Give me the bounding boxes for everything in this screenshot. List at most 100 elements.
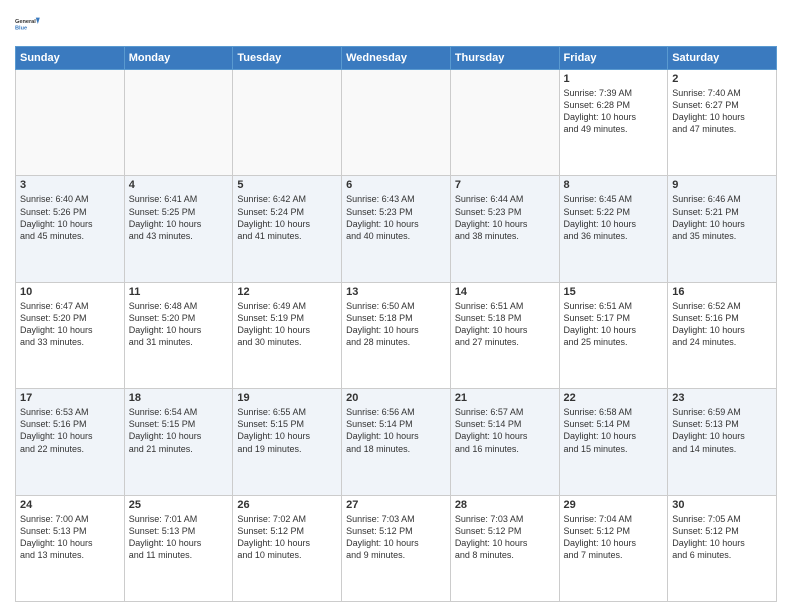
day-info: Sunrise: 6:41 AM Sunset: 5:25 PM Dayligh… [129, 193, 229, 242]
day-number: 29 [564, 499, 664, 511]
day-info: Sunrise: 6:45 AM Sunset: 5:22 PM Dayligh… [564, 193, 664, 242]
day-number: 23 [672, 392, 772, 404]
day-number: 2 [672, 73, 772, 85]
day-info: Sunrise: 6:58 AM Sunset: 5:14 PM Dayligh… [564, 406, 664, 455]
day-cell: 24 Sunrise: 7:00 AM Sunset: 5:13 PM Dayli… [16, 495, 125, 601]
day-number: 20 [346, 392, 446, 404]
day-cell: 18Sunrise: 6:54 AM Sunset: 5:15 PM Dayli… [124, 389, 233, 495]
day-number: 25 [129, 499, 229, 511]
day-cell [342, 70, 451, 176]
day-number: 19 [237, 392, 337, 404]
week-row-1: 3 Sunrise: 6:40 AM Sunset: 5:26 PM Daylig… [16, 176, 777, 282]
day-cell: 12 Sunrise: 6:49 AM Sunset: 5:19 PM Dayli… [233, 282, 342, 388]
day-number: 7 [455, 179, 555, 191]
day-number: 26 [237, 499, 337, 511]
week-row-4: 24 Sunrise: 7:00 AM Sunset: 5:13 PM Dayli… [16, 495, 777, 601]
day-info: Sunrise: 6:49 AM Sunset: 5:19 PM Dayligh… [237, 300, 337, 349]
day-number: 21 [455, 392, 555, 404]
day-info: Sunrise: 6:55 AM Sunset: 5:15 PM Dayligh… [237, 406, 337, 455]
day-cell: 11 Sunrise: 6:48 AM Sunset: 5:20 PM Dayli… [124, 282, 233, 388]
day-info: Sunrise: 7:04 AM Sunset: 5:12 PM Dayligh… [564, 513, 664, 562]
day-cell: 27 Sunrise: 7:03 AM Sunset: 5:12 PM Dayli… [342, 495, 451, 601]
day-cell: 21 Sunrise: 6:57 AM Sunset: 5:14 PM Dayli… [450, 389, 559, 495]
week-row-3: 17 Sunrise: 6:53 AM Sunset: 5:16 PM Dayli… [16, 389, 777, 495]
day-cell: 10 Sunrise: 6:47 AM Sunset: 5:20 PM Dayli… [16, 282, 125, 388]
day-number: 4 [129, 179, 229, 191]
day-info: Sunrise: 7:40 AM Sunset: 6:27 PM Dayligh… [672, 87, 772, 136]
day-cell: 25Sunrise: 7:01 AM Sunset: 5:13 PM Dayli… [124, 495, 233, 601]
day-info: Sunrise: 6:42 AM Sunset: 5:24 PM Dayligh… [237, 193, 337, 242]
day-number: 17 [20, 392, 120, 404]
day-cell: 19 Sunrise: 6:55 AM Sunset: 5:15 PM Dayli… [233, 389, 342, 495]
day-number: 5 [237, 179, 337, 191]
weekday-thursday: Thursday [450, 47, 559, 70]
day-info: Sunrise: 6:40 AM Sunset: 5:26 PM Dayligh… [20, 193, 120, 242]
day-info: Sunrise: 6:52 AM Sunset: 5:16 PM Dayligh… [672, 300, 772, 349]
weekday-sunday: Sunday [16, 47, 125, 70]
day-number: 13 [346, 286, 446, 298]
weekday-tuesday: Tuesday [233, 47, 342, 70]
day-info: Sunrise: 6:43 AM Sunset: 5:23 PM Dayligh… [346, 193, 446, 242]
day-info: Sunrise: 7:39 AM Sunset: 6:28 PM Dayligh… [564, 87, 664, 136]
day-cell: 13 Sunrise: 6:50 AM Sunset: 5:18 PM Dayli… [342, 282, 451, 388]
day-number: 8 [564, 179, 664, 191]
day-cell: 5 Sunrise: 6:42 AM Sunset: 5:24 PM Daylig… [233, 176, 342, 282]
day-info: Sunrise: 6:57 AM Sunset: 5:14 PM Dayligh… [455, 406, 555, 455]
day-cell [16, 70, 125, 176]
calendar-table: SundayMondayTuesdayWednesdayThursdayFrid… [15, 46, 777, 602]
day-number: 27 [346, 499, 446, 511]
week-row-0: 1 Sunrise: 7:39 AM Sunset: 6:28 PM Daylig… [16, 70, 777, 176]
day-cell: 17 Sunrise: 6:53 AM Sunset: 5:16 PM Dayli… [16, 389, 125, 495]
day-cell: 14 Sunrise: 6:51 AM Sunset: 5:18 PM Dayli… [450, 282, 559, 388]
day-cell: 1 Sunrise: 7:39 AM Sunset: 6:28 PM Daylig… [559, 70, 668, 176]
day-cell: 20Sunrise: 6:56 AM Sunset: 5:14 PM Dayli… [342, 389, 451, 495]
weekday-saturday: Saturday [668, 47, 777, 70]
day-number: 1 [564, 73, 664, 85]
day-cell: 7Sunrise: 6:44 AM Sunset: 5:23 PM Daylig… [450, 176, 559, 282]
svg-text:General: General [15, 19, 36, 25]
day-cell: 4 Sunrise: 6:41 AM Sunset: 5:25 PM Daylig… [124, 176, 233, 282]
day-number: 14 [455, 286, 555, 298]
day-cell [450, 70, 559, 176]
day-number: 15 [564, 286, 664, 298]
header: GeneralBlue [15, 10, 777, 38]
day-cell: 22 Sunrise: 6:58 AM Sunset: 5:14 PM Dayli… [559, 389, 668, 495]
day-cell: 29 Sunrise: 7:04 AM Sunset: 5:12 PM Dayli… [559, 495, 668, 601]
weekday-header-row: SundayMondayTuesdayWednesdayThursdayFrid… [16, 47, 777, 70]
day-number: 16 [672, 286, 772, 298]
day-cell: 23 Sunrise: 6:59 AM Sunset: 5:13 PM Dayli… [668, 389, 777, 495]
day-number: 12 [237, 286, 337, 298]
day-cell: 26 Sunrise: 7:02 AM Sunset: 5:12 PM Dayli… [233, 495, 342, 601]
day-number: 9 [672, 179, 772, 191]
day-info: Sunrise: 7:00 AM Sunset: 5:13 PM Dayligh… [20, 513, 120, 562]
day-cell: 8 Sunrise: 6:45 AM Sunset: 5:22 PM Daylig… [559, 176, 668, 282]
week-row-2: 10 Sunrise: 6:47 AM Sunset: 5:20 PM Dayli… [16, 282, 777, 388]
day-number: 11 [129, 286, 229, 298]
weekday-monday: Monday [124, 47, 233, 70]
logo-icon: GeneralBlue [15, 10, 43, 38]
day-cell [124, 70, 233, 176]
day-cell: 3 Sunrise: 6:40 AM Sunset: 5:26 PM Daylig… [16, 176, 125, 282]
page: GeneralBlue SundayMondayTuesdayWednesday… [0, 0, 792, 612]
day-cell: 2 Sunrise: 7:40 AM Sunset: 6:27 PM Daylig… [668, 70, 777, 176]
day-info: Sunrise: 7:03 AM Sunset: 5:12 PM Dayligh… [455, 513, 555, 562]
day-cell [233, 70, 342, 176]
day-info: Sunrise: 6:47 AM Sunset: 5:20 PM Dayligh… [20, 300, 120, 349]
day-number: 3 [20, 179, 120, 191]
day-info: Sunrise: 6:59 AM Sunset: 5:13 PM Dayligh… [672, 406, 772, 455]
day-info: Sunrise: 6:53 AM Sunset: 5:16 PM Dayligh… [20, 406, 120, 455]
day-number: 10 [20, 286, 120, 298]
day-info: Sunrise: 7:02 AM Sunset: 5:12 PM Dayligh… [237, 513, 337, 562]
day-info: Sunrise: 6:51 AM Sunset: 5:18 PM Dayligh… [455, 300, 555, 349]
day-cell: 9Sunrise: 6:46 AM Sunset: 5:21 PM Daylig… [668, 176, 777, 282]
day-info: Sunrise: 6:54 AM Sunset: 5:15 PM Dayligh… [129, 406, 229, 455]
day-info: Sunrise: 7:03 AM Sunset: 5:12 PM Dayligh… [346, 513, 446, 562]
day-number: 22 [564, 392, 664, 404]
weekday-friday: Friday [559, 47, 668, 70]
calendar-body: 1 Sunrise: 7:39 AM Sunset: 6:28 PM Daylig… [16, 70, 777, 602]
day-number: 24 [20, 499, 120, 511]
day-info: Sunrise: 6:51 AM Sunset: 5:17 PM Dayligh… [564, 300, 664, 349]
day-info: Sunrise: 6:50 AM Sunset: 5:18 PM Dayligh… [346, 300, 446, 349]
day-info: Sunrise: 6:48 AM Sunset: 5:20 PM Dayligh… [129, 300, 229, 349]
day-cell: 30Sunrise: 7:05 AM Sunset: 5:12 PM Dayli… [668, 495, 777, 601]
